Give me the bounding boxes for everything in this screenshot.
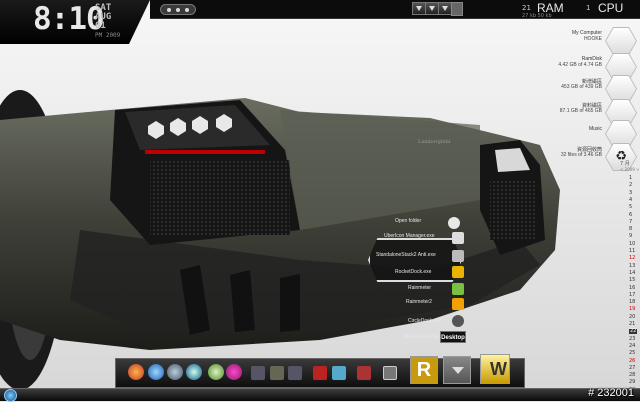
app-icon-2[interactable] <box>270 366 284 380</box>
drive-subtitle: 87.1 GB of 465 GB <box>559 108 602 114</box>
calendar-day: 18 <box>629 299 636 306</box>
clock-time: 8:10 <box>33 1 105 37</box>
avedesk-desktop-button[interactable]: Desktop <box>440 331 466 343</box>
rocketdock-tile[interactable]: R <box>410 356 438 384</box>
calendar-day: 1 <box>629 175 633 181</box>
top-bar-button-2[interactable] <box>425 2 439 15</box>
calendar-year[interactable]: < 2009 > <box>620 167 639 172</box>
network-icon[interactable] <box>167 364 183 380</box>
internet-explorer-icon[interactable] <box>148 364 164 380</box>
calendar-day: 22 <box>629 328 638 335</box>
launcher-item[interactable]: AVEDESK.EXE <box>404 334 439 340</box>
cpu-meter-value: 1 <box>586 4 591 12</box>
chevron-down-icon <box>452 367 464 374</box>
calendar-day: 10 <box>629 240 636 247</box>
folder-icon[interactable] <box>448 217 460 229</box>
circledock-icon[interactable] <box>452 315 464 327</box>
disk-meter-value: 21 <box>522 4 531 12</box>
calendar-widget: 7 月 < 2009 > 1 2 3 4 5 6 7 8 9 10 11 12 13 14 15 16 17 18… <box>618 160 640 400</box>
calendar-day: 17 <box>629 291 636 298</box>
rainmeter2-icon[interactable] <box>452 298 464 310</box>
app-icon-6[interactable] <box>357 366 371 380</box>
globe-icon[interactable] <box>186 364 202 380</box>
launcher-item[interactable]: StandaloneStack2 Anti.exe <box>376 252 436 258</box>
app-icon-5[interactable] <box>332 366 346 380</box>
calendar-day: 29 <box>629 379 636 386</box>
desktop-wallpaper: Lamborghini <box>0 0 640 400</box>
calendar-day: 2 <box>629 182 633 189</box>
drive-ramdisk[interactable]: RamDisk 4.42 GB of 4.74 GB <box>558 53 638 81</box>
calendar-day: 23 <box>629 335 636 342</box>
calendar-day: 28 <box>629 372 636 379</box>
calendar-day: 27 <box>629 364 636 371</box>
dock-scroll-button[interactable] <box>443 356 471 384</box>
clock-date: 01 <box>95 21 106 31</box>
firefox-icon[interactable] <box>128 364 144 380</box>
cpu-meter-label: CPU <box>598 1 624 15</box>
launcher-item[interactable]: Rainmeter <box>408 285 431 291</box>
calendar-day: 7 <box>629 218 633 225</box>
ram-meter-label: RAM <box>537 1 564 15</box>
calendar-day: 21 <box>629 321 636 327</box>
page-dot <box>185 7 190 12</box>
drive-subtitle: 453 GB of 439 GB <box>561 84 602 90</box>
rocketdock-icon[interactable] <box>452 266 464 278</box>
xbox-icon[interactable] <box>208 364 224 380</box>
image-watermark: # 232001 <box>588 387 634 399</box>
calendar-day: 5 <box>629 204 633 211</box>
app-icon-1[interactable] <box>251 366 265 380</box>
drive-subtitle: 32 files of 3.46 GB <box>560 152 602 158</box>
drive-title: Music <box>588 126 602 132</box>
top-bar-button-1[interactable] <box>412 2 426 15</box>
stack-icon[interactable] <box>452 250 464 262</box>
page-dot <box>166 7 171 12</box>
launcher-item[interactable]: Rainmeter2 <box>406 299 432 305</box>
wordpad-tile[interactable]: W <box>480 354 510 384</box>
calendar-day: 25 <box>629 350 636 357</box>
start-button[interactable] <box>4 389 17 402</box>
launcher-item[interactable]: CircleDock.exe <box>408 318 442 324</box>
drive-subtitle: 4.42 GB of 4.74 GB <box>558 62 602 68</box>
calendar-day: 8 <box>629 226 633 233</box>
drive-subtitle: HOOKE <box>583 36 602 42</box>
page-indicator[interactable] <box>160 4 196 15</box>
calendar-day: 14 <box>629 269 636 276</box>
calendar-day: 13 <box>629 262 636 269</box>
drive-new-volume[interactable]: 新增磁區 453 GB of 439 GB <box>561 75 638 103</box>
calendar-day: 26 <box>629 357 636 364</box>
launcher-item[interactable]: Open folder <box>395 218 421 224</box>
calendar-day: 16 <box>629 284 636 291</box>
launcher-item[interactable]: UberIcon Manager.exe <box>384 233 435 239</box>
media-player-icon[interactable] <box>226 364 242 380</box>
calendar-day: 9 <box>629 233 633 240</box>
rainmeter-icon[interactable] <box>452 283 464 295</box>
calendar-day: 4 <box>629 196 633 203</box>
launcher-highlight <box>368 238 462 282</box>
top-bar-button-4[interactable] <box>451 2 463 16</box>
drive-music[interactable]: Music <box>568 120 638 148</box>
top-status-bar <box>150 0 640 19</box>
taskbar <box>0 388 640 401</box>
app-icon-4[interactable] <box>313 366 327 380</box>
calendar-day: 20 <box>629 313 636 320</box>
drive-my-computer[interactable]: My Computer HOOKE <box>568 27 638 55</box>
calendar-day: 19 <box>629 306 636 313</box>
calendar-day: 12 <box>629 255 636 262</box>
uberIcon-icon[interactable] <box>452 232 464 244</box>
calendar-day: 6 <box>629 211 633 218</box>
window-icon[interactable] <box>383 366 397 380</box>
calendar-day: 11 <box>629 248 636 254</box>
svg-text:Lamborghini: Lamborghini <box>418 139 451 145</box>
calendar-month: 7 月 <box>620 161 630 167</box>
launcher-item[interactable]: RocketDock.exe <box>395 269 431 275</box>
clock-ampm: PM 2009 <box>95 32 121 39</box>
page-dot <box>175 7 180 12</box>
calendar-day: 3 <box>629 189 633 196</box>
calendar-day: 24 <box>629 342 636 349</box>
calendar-day: 15 <box>629 277 636 284</box>
top-bar-button-3[interactable] <box>438 2 452 15</box>
app-icon-3[interactable] <box>288 366 302 380</box>
